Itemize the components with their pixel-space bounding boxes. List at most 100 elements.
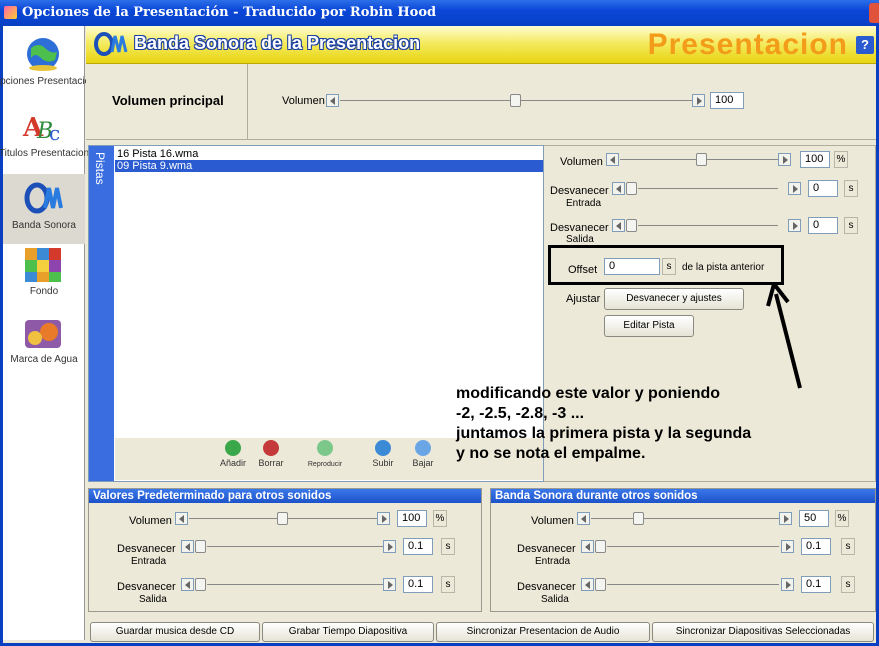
- fade-out-increase-button[interactable]: [788, 219, 801, 232]
- move-down-button[interactable]: Bajar: [403, 440, 443, 468]
- move-up-button[interactable]: Subir: [363, 440, 403, 468]
- percent-unit: %: [835, 510, 849, 527]
- during-fade-in-input[interactable]: 0.1: [801, 538, 831, 555]
- fade-out-slider[interactable]: [638, 225, 778, 226]
- master-volume-input[interactable]: 100: [710, 92, 744, 109]
- fade-in-increase-button[interactable]: [781, 540, 794, 553]
- sound-wave-icon: [24, 182, 63, 214]
- during-volume-slider[interactable]: [591, 518, 779, 519]
- fade-in-decrease-button[interactable]: [581, 540, 594, 553]
- offset-input[interactable]: 0: [604, 258, 660, 275]
- default-fade-out-slider[interactable]: [207, 584, 383, 585]
- slider-thumb[interactable]: [195, 540, 206, 553]
- default-fade-out-input[interactable]: 0.1: [403, 576, 433, 593]
- section-header: Banda Sonora de la Presentacion Presenta…: [86, 26, 876, 64]
- play-icon: [317, 440, 333, 456]
- sidebar-item-fondo[interactable]: Fondo: [3, 240, 85, 310]
- fade-in-label: Desvanecer: [550, 185, 609, 197]
- save-music-from-cd-button[interactable]: Guardar musica desde CD: [90, 622, 260, 642]
- record-slide-time-button[interactable]: Grabar Tiempo Diapositiva: [262, 622, 434, 642]
- volume-decrease-button[interactable]: [326, 94, 339, 107]
- track-volume-input[interactable]: 100: [800, 151, 830, 168]
- volume-increase-button[interactable]: [692, 94, 705, 107]
- default-fade-in-slider[interactable]: [207, 546, 383, 547]
- tab-label: Pistas: [93, 152, 107, 185]
- delete-icon: [263, 440, 279, 456]
- fade-in-input[interactable]: 0: [808, 180, 838, 197]
- fade-out-increase-button[interactable]: [781, 578, 794, 591]
- seconds-unit: s: [841, 576, 855, 593]
- track-list[interactable]: 16 Pista 16.wma 09 Pista 9.wma: [115, 148, 543, 172]
- tiles-background-icon: [25, 248, 61, 282]
- divider: [247, 64, 248, 140]
- sync-selected-slides-button[interactable]: Sincronizar Diapositivas Seleccionadas: [652, 622, 874, 642]
- slider-thumb[interactable]: [595, 540, 606, 553]
- slider-thumb[interactable]: [626, 219, 637, 232]
- tab-pistas[interactable]: Pistas: [89, 146, 114, 481]
- sidebar-item-label: Titulos Presentacion: [0, 148, 90, 159]
- fade-out-input[interactable]: 0: [808, 217, 838, 234]
- sidebar-item-titulos-presentacion[interactable]: A B c Titulos Presentacion: [0, 102, 89, 172]
- volume-decrease-button[interactable]: [577, 512, 590, 525]
- volume-decrease-button[interactable]: [175, 512, 188, 525]
- sidebar: Opciones Presentacion A B c Titulos Pres…: [0, 26, 96, 640]
- during-volume-input[interactable]: 50: [799, 510, 829, 527]
- slider-thumb[interactable]: [277, 512, 288, 525]
- during-fade-out-input[interactable]: 0.1: [801, 576, 831, 593]
- fade-out-increase-button[interactable]: [383, 578, 396, 591]
- during-fade-in-slider[interactable]: [607, 546, 779, 547]
- bottom-button-bar: Guardar musica desde CD Grabar Tiempo Di…: [86, 618, 876, 643]
- slider-thumb[interactable]: [595, 578, 606, 591]
- fade-and-adjust-button[interactable]: Desvanecer y ajustes: [604, 288, 744, 310]
- volume-decrease-button[interactable]: [606, 153, 619, 166]
- sidebar-item-label: Opciones Presentacion: [0, 76, 96, 87]
- sidebar-item-marca-de-agua[interactable]: Marca de Agua: [3, 308, 85, 378]
- play-label: Reproducir: [307, 461, 343, 468]
- slider-thumb[interactable]: [633, 512, 644, 525]
- list-item[interactable]: 16 Pista 16.wma: [115, 148, 543, 160]
- app-icon: [4, 6, 17, 19]
- volume-label: Volumen: [129, 515, 172, 527]
- adjust-label: Ajustar: [566, 293, 601, 305]
- slider-thumb[interactable]: [696, 153, 707, 166]
- sound-wave-icon: [94, 32, 128, 56]
- slider-thumb[interactable]: [195, 578, 206, 591]
- fade-out-decrease-button[interactable]: [581, 578, 594, 591]
- volume-increase-button[interactable]: [778, 153, 791, 166]
- fade-out-decrease-button[interactable]: [612, 219, 625, 232]
- seconds-unit: s: [441, 538, 455, 555]
- default-volume-input[interactable]: 100: [397, 510, 427, 527]
- volume-increase-button[interactable]: [779, 512, 792, 525]
- during-fade-out-slider[interactable]: [607, 584, 779, 585]
- fade-out-sub-label: Salida: [139, 594, 167, 605]
- help-icon[interactable]: ?: [856, 36, 874, 54]
- slider-thumb[interactable]: [626, 182, 637, 195]
- delete-button[interactable]: Borrar: [251, 440, 291, 468]
- list-item[interactable]: 09 Pista 9.wma: [115, 160, 543, 172]
- master-volume-label: Volumen principal: [112, 93, 224, 108]
- volume-label: Volumen: [560, 156, 603, 168]
- add-label: Añadir: [219, 458, 246, 468]
- fade-in-increase-button[interactable]: [383, 540, 396, 553]
- play-button[interactable]: Reproducir: [305, 440, 345, 468]
- fade-in-decrease-button[interactable]: [181, 540, 194, 553]
- fade-in-slider[interactable]: [638, 188, 778, 189]
- watermark-icon: [25, 320, 61, 348]
- fade-in-sub-label: Entrada: [566, 198, 602, 209]
- percent-unit: %: [834, 151, 848, 168]
- slider-thumb[interactable]: [510, 94, 521, 107]
- volume-increase-button[interactable]: [377, 512, 390, 525]
- annotation-line: juntamos la primera pista y la segunda: [456, 425, 752, 442]
- fade-in-decrease-button[interactable]: [612, 182, 625, 195]
- sidebar-item-opciones-presentacion[interactable]: Opciones Presentacion: [0, 30, 96, 100]
- sync-presentation-audio-button[interactable]: Sincronizar Presentacion de Audio: [436, 622, 650, 642]
- fade-out-decrease-button[interactable]: [181, 578, 194, 591]
- close-icon[interactable]: [869, 3, 879, 23]
- title-bar[interactable]: Opciones de la Presentación - Traducido …: [0, 0, 879, 26]
- sidebar-item-banda-sonora[interactable]: Banda Sonora: [3, 174, 85, 244]
- add-button[interactable]: Añadir: [213, 440, 253, 468]
- default-fade-in-input[interactable]: 0.1: [403, 538, 433, 555]
- fade-out-label: Desvanecer: [550, 222, 609, 234]
- edit-track-button[interactable]: Editar Pista: [604, 315, 694, 337]
- fade-in-increase-button[interactable]: [788, 182, 801, 195]
